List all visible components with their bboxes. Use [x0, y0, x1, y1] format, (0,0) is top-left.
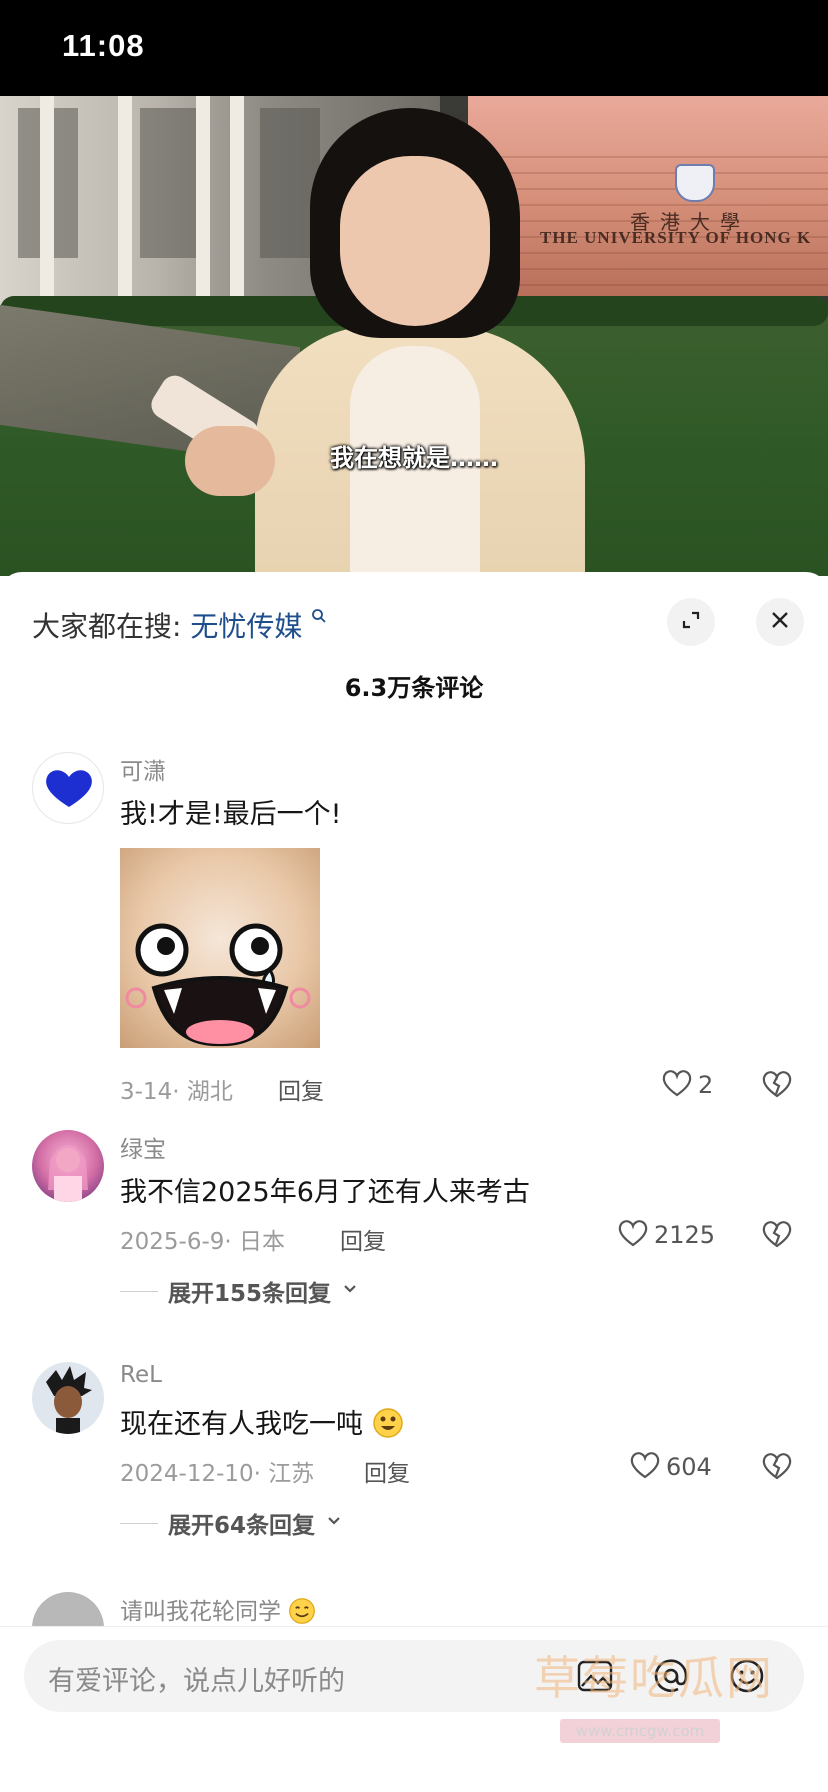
comment-sheet: 大家都在搜: 无忧传媒 6.3万条评论 可潇 我!才是!最后一个! 3-14· … — [0, 572, 828, 1792]
avatar[interactable] — [32, 1130, 104, 1202]
like-count: 2 — [698, 1071, 714, 1099]
expand-replies-label: 展开64条回复 — [168, 1513, 316, 1539]
watermark-url: www.cmcgw.com — [560, 1719, 720, 1743]
heart-icon — [616, 1216, 650, 1254]
comment-meta: 2025-6-9· 日本 — [120, 1229, 286, 1255]
broken-heart-icon — [760, 1071, 794, 1105]
comment-text: 我不信2025年6月了还有人来考古 — [120, 1177, 530, 1208]
watermark-text: 草莓吃瓜网 — [534, 1651, 774, 1705]
status-bar: 11:08 — [0, 0, 828, 96]
comment-item: ReL 现在还有人我吃一吨 2024-12-10· 江苏 回复 604 展开64… — [0, 1362, 828, 1542]
reply-button[interactable]: 回复 — [278, 1072, 324, 1106]
like-count: 604 — [666, 1453, 712, 1481]
comment-count: 6.3万条评论 — [344, 674, 484, 702]
comment-username[interactable]: 可潇 — [120, 752, 166, 786]
chevron-down-icon — [341, 1278, 359, 1304]
avatar[interactable] — [32, 752, 104, 824]
video-player[interactable]: 香港大學 THE UNIVERSITY OF HONG K 我在想就是…… — [0, 96, 828, 576]
comment-input[interactable]: 有爱评论，说点儿好听的 草莓吃瓜网 — [24, 1640, 804, 1712]
university-emblem — [675, 164, 715, 202]
dislike-button[interactable] — [760, 1067, 796, 1103]
like-button[interactable]: 2 — [660, 1067, 713, 1103]
video-sign-en: THE UNIVERSITY OF HONG K — [540, 228, 812, 247]
status-time: 11:08 — [62, 28, 145, 63]
comment-input-placeholder: 有爱评论，说点儿好听的 — [48, 1666, 345, 1697]
comment-username[interactable]: 请叫我花轮同学 — [120, 1592, 316, 1626]
comment-item: 绿宝 我不信2025年6月了还有人来考古 2025-6-9· 日本 回复 212… — [0, 1130, 828, 1310]
broken-heart-icon — [760, 1453, 794, 1487]
like-count: 2125 — [654, 1221, 716, 1249]
search-icon — [311, 605, 327, 629]
avatar[interactable] — [32, 1362, 104, 1434]
close-button[interactable] — [756, 598, 804, 646]
chevron-down-icon — [325, 1510, 343, 1536]
expand-button[interactable] — [667, 598, 715, 646]
comment-meta: 3-14· 湖北 — [120, 1079, 233, 1105]
expand-replies[interactable]: 展开64条回复 — [120, 1506, 343, 1540]
broken-heart-icon — [760, 1221, 794, 1255]
close-icon — [768, 608, 792, 636]
like-button[interactable]: 604 — [628, 1449, 712, 1485]
comment-username[interactable]: 绿宝 — [120, 1130, 166, 1164]
search-term[interactable]: 无忧传媒 — [190, 610, 302, 643]
search-suggestion[interactable]: 大家都在搜: 无忧传媒 — [32, 605, 327, 645]
comment-meta: 2024-12-10· 江苏 — [120, 1461, 315, 1487]
comment-text: 现在还有人我吃一吨 — [120, 1402, 404, 1441]
emoji-icon — [372, 1408, 404, 1440]
dislike-button[interactable] — [760, 1217, 796, 1253]
heart-icon — [660, 1066, 694, 1104]
sticker-image[interactable] — [120, 848, 320, 1048]
dislike-button[interactable] — [760, 1449, 796, 1485]
expand-replies[interactable]: 展开155条回复 — [120, 1274, 359, 1308]
video-person-face — [340, 156, 490, 326]
search-prefix: 大家都在搜: — [32, 610, 182, 643]
heart-icon — [628, 1448, 662, 1486]
comment-item: 可潇 我!才是!最后一个! 3-14· 湖北 回复 2 — [0, 752, 828, 1105]
comment-username[interactable]: ReL — [120, 1362, 162, 1388]
expand-icon — [679, 608, 703, 636]
like-button[interactable]: 2125 — [616, 1217, 715, 1253]
emoji-icon — [288, 1598, 316, 1625]
expand-replies-label: 展开155条回复 — [168, 1281, 332, 1307]
comment-text: 我!才是!最后一个! — [120, 799, 342, 830]
reply-button[interactable]: 回复 — [364, 1454, 410, 1488]
comment-input-bar: 有爱评论，说点儿好听的 草莓吃瓜网 www.cmcgw.com — [0, 1626, 828, 1792]
reply-button[interactable]: 回复 — [340, 1222, 386, 1256]
video-subtitle: 我在想就是…… — [330, 444, 498, 472]
